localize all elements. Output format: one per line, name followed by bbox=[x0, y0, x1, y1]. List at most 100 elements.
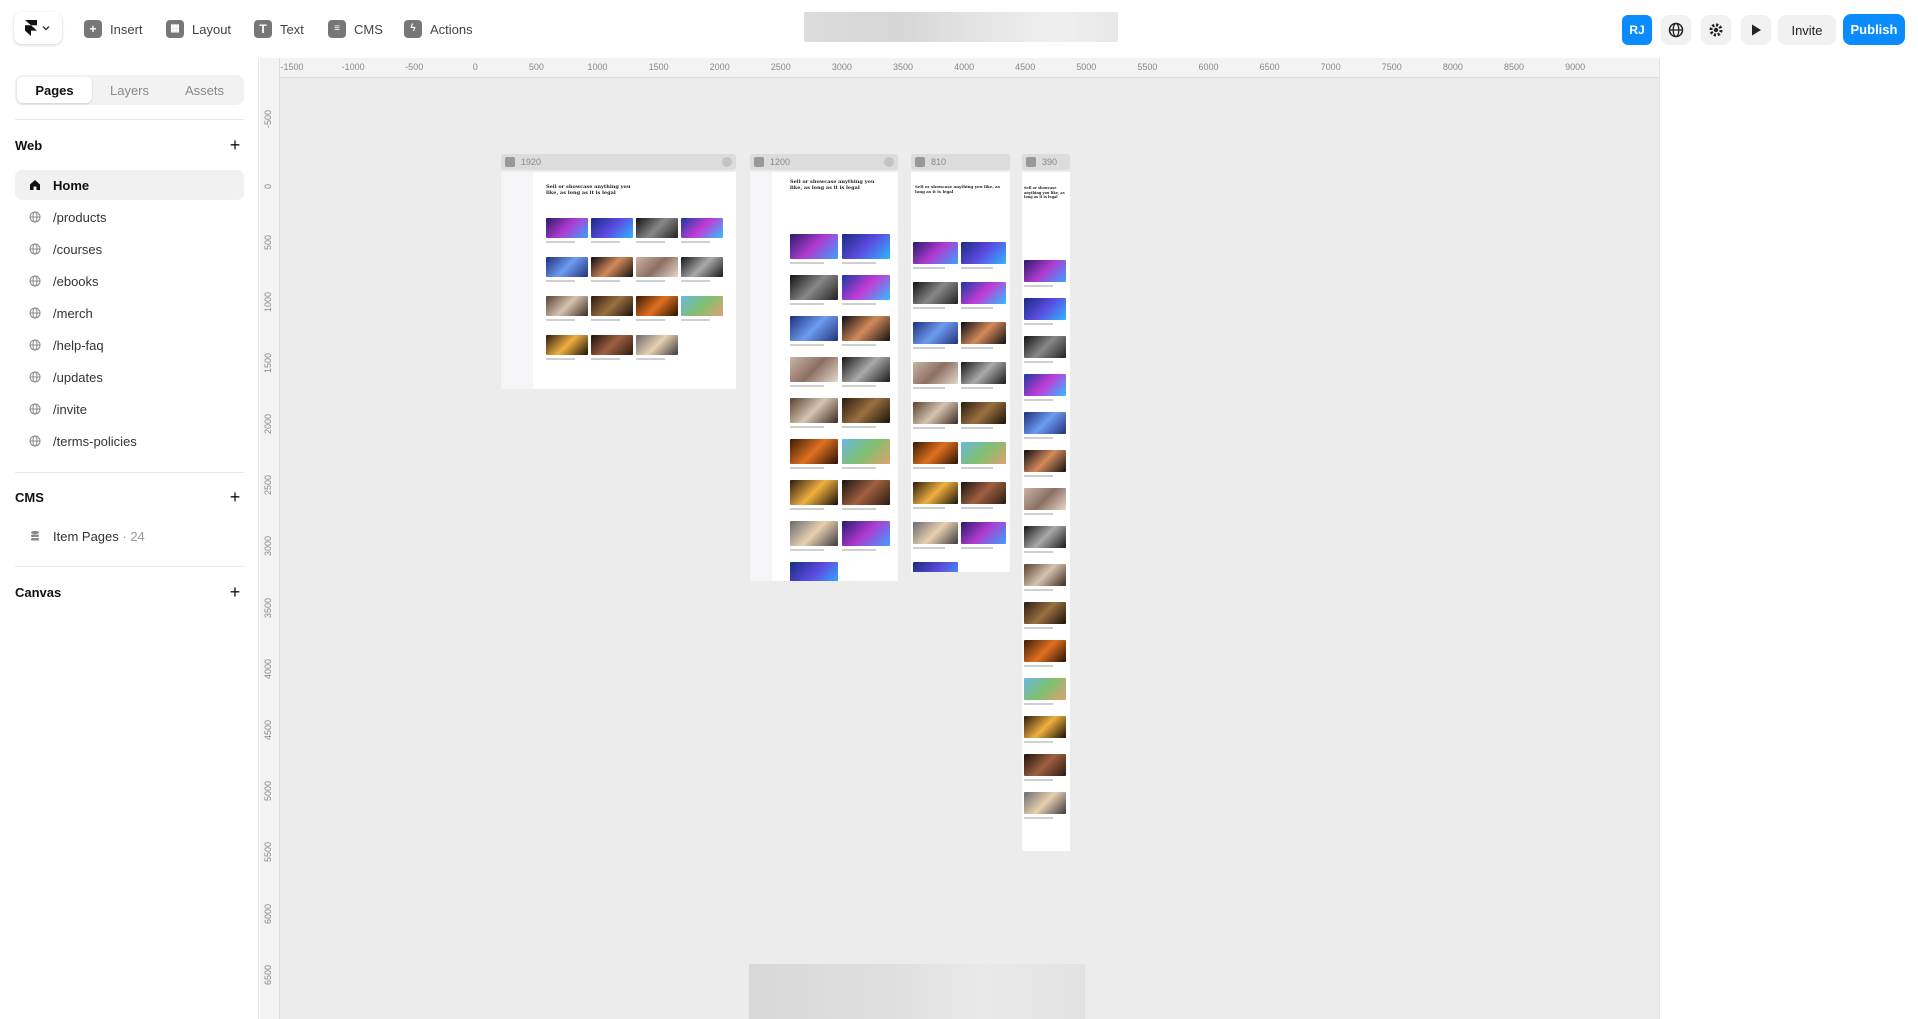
frame-caption-line bbox=[1024, 665, 1054, 667]
frame-caption-line bbox=[636, 280, 666, 282]
canvas-heading: Canvas bbox=[15, 584, 62, 600]
page-item-terms-policies[interactable]: /terms-policies bbox=[15, 426, 244, 456]
page-item-invite[interactable]: /invite bbox=[15, 394, 244, 424]
vertical-ruler: -500 0 500 1000 1500 2000 2500 3000 3500 4000 4500… bbox=[260, 58, 280, 1019]
frame-caption-line bbox=[913, 547, 945, 549]
frame-caption-line bbox=[913, 307, 945, 309]
tab-pages[interactable]: Pages bbox=[17, 77, 92, 103]
frame-thumbnail bbox=[1024, 450, 1066, 472]
frame-caption-line bbox=[961, 347, 993, 349]
frame-caption-line bbox=[591, 358, 621, 360]
cms-button[interactable]: ≡ CMS bbox=[328, 18, 383, 40]
ruler-tick: 0 bbox=[472, 62, 478, 72]
frame-thumbnail bbox=[842, 316, 890, 341]
frame-caption-line bbox=[1024, 513, 1054, 515]
page-item-help-faq[interactable]: /help-faq bbox=[15, 330, 244, 360]
globe-icon bbox=[29, 371, 41, 383]
page-label: /merch bbox=[53, 305, 93, 321]
play-icon bbox=[1752, 24, 1761, 36]
preview-button[interactable] bbox=[1741, 15, 1771, 45]
frame-caption-line bbox=[546, 319, 576, 321]
breakpoint-label-810[interactable]: 810 bbox=[911, 154, 1010, 170]
site-settings-button[interactable] bbox=[1661, 15, 1691, 45]
page-item-ebooks[interactable]: /ebooks bbox=[15, 266, 244, 296]
frame-caption-line bbox=[1024, 285, 1054, 287]
divider bbox=[15, 119, 244, 120]
frame-thumbnail bbox=[790, 439, 838, 464]
frame-hero-heading: Sell or showcase anything you like, as l… bbox=[546, 184, 631, 196]
ruler-tick: 4000 bbox=[263, 658, 273, 679]
horizontal-ruler: -1500 -1000 -500 0 500 1000 1500 2000 2500 3000 35… bbox=[280, 58, 1659, 78]
insert-button[interactable]: + Insert bbox=[84, 18, 143, 40]
page-item-updates[interactable]: /updates bbox=[15, 362, 244, 392]
home-icon bbox=[29, 179, 41, 191]
framer-menu-button[interactable] bbox=[14, 12, 62, 44]
frame-thumbnail bbox=[1024, 298, 1066, 320]
frame-thumbnail bbox=[790, 357, 838, 382]
frame-mobile[interactable]: Sell or showcase anything you like, as l… bbox=[1022, 172, 1070, 851]
frame-thumbnail bbox=[961, 242, 1006, 264]
add-collection-button[interactable]: + bbox=[226, 487, 244, 508]
text-button[interactable]: T Text bbox=[254, 18, 304, 40]
frame-thumbnail bbox=[961, 402, 1006, 424]
frame-caption-line bbox=[591, 280, 621, 282]
sidebar-tabs: Pages Layers Assets bbox=[15, 75, 244, 105]
frame-sidebar bbox=[750, 172, 772, 581]
frame-caption-line bbox=[1024, 779, 1054, 781]
frame-caption-line bbox=[591, 319, 621, 321]
page-item-home[interactable]: Home bbox=[15, 170, 244, 200]
add-breakpoint-icon[interactable] bbox=[884, 157, 894, 167]
ruler-tick: 5500 bbox=[1137, 62, 1158, 72]
publish-button[interactable]: Publish bbox=[1843, 14, 1905, 45]
ruler-tick: 2000 bbox=[263, 413, 273, 434]
add-page-button[interactable]: + bbox=[226, 135, 244, 156]
ruler-tick: 1000 bbox=[587, 62, 608, 72]
database-icon bbox=[29, 530, 41, 542]
ruler-tick: 7000 bbox=[1320, 62, 1341, 72]
settings-button[interactable] bbox=[1701, 15, 1731, 45]
frame-caption-line bbox=[790, 385, 824, 387]
actions-button[interactable]: ϟ Actions bbox=[404, 18, 473, 40]
page-label: /invite bbox=[53, 401, 87, 417]
frame-caption-line bbox=[790, 467, 824, 469]
frame-desktop[interactable]: Sell or showcase anything you like, as l… bbox=[501, 172, 736, 389]
frame-thumbnail bbox=[636, 257, 678, 277]
invite-button[interactable]: Invite bbox=[1778, 15, 1836, 45]
frame-thumbnail bbox=[681, 296, 723, 316]
add-canvas-button[interactable]: + bbox=[226, 582, 244, 603]
breakpoint-label-1200[interactable]: 1200 bbox=[750, 154, 898, 170]
frame-tablet[interactable]: Sell or showcase anything you like, as l… bbox=[750, 172, 898, 581]
tab-assets[interactable]: Assets bbox=[167, 77, 242, 103]
add-breakpoint-icon[interactable] bbox=[722, 157, 732, 167]
frame-caption-line bbox=[546, 358, 576, 360]
ruler-tick: 1000 bbox=[263, 291, 273, 312]
globe-icon bbox=[29, 435, 41, 447]
text-label: Text bbox=[280, 21, 304, 37]
breakpoint-label-1920[interactable]: 1920 bbox=[501, 154, 736, 170]
frame-thumbnail bbox=[842, 357, 890, 382]
frame-thumbnail bbox=[790, 521, 838, 546]
ruler-tick: 9000 bbox=[1565, 62, 1586, 72]
breakpoint-label-390[interactable]: 390 bbox=[1022, 154, 1070, 170]
globe-icon bbox=[1668, 22, 1684, 38]
page-item-merch[interactable]: /merch bbox=[15, 298, 244, 328]
frame-thumbnail bbox=[1024, 412, 1066, 434]
ruler-tick: -1500 bbox=[280, 62, 304, 72]
user-avatar[interactable]: RJ bbox=[1622, 15, 1652, 45]
frame-thumbnail bbox=[913, 322, 958, 344]
layout-button[interactable]: ▦ Layout bbox=[166, 18, 231, 40]
page-item-courses[interactable]: /courses bbox=[15, 234, 244, 264]
cms-heading: CMS bbox=[15, 489, 44, 505]
actions-label: Actions bbox=[430, 21, 473, 37]
cms-item-pages[interactable]: Item Pages · 24 bbox=[15, 521, 244, 551]
frame-thumbnail bbox=[1024, 792, 1066, 814]
tab-layers[interactable]: Layers bbox=[92, 77, 167, 103]
design-canvas[interactable]: -1500 -1000 -500 0 500 1000 1500 2000 2500 3000 35… bbox=[260, 58, 1659, 1019]
frame-caption-line bbox=[842, 385, 876, 387]
page-label: /products bbox=[53, 209, 107, 225]
frame-thumbnail bbox=[1024, 754, 1066, 776]
frame-thumbnail bbox=[681, 218, 723, 238]
frame-thumbnail bbox=[842, 480, 890, 505]
page-item-products[interactable]: /products bbox=[15, 202, 244, 232]
frame-small-tablet[interactable]: Sell or showcase anything you like, as l… bbox=[911, 172, 1010, 572]
